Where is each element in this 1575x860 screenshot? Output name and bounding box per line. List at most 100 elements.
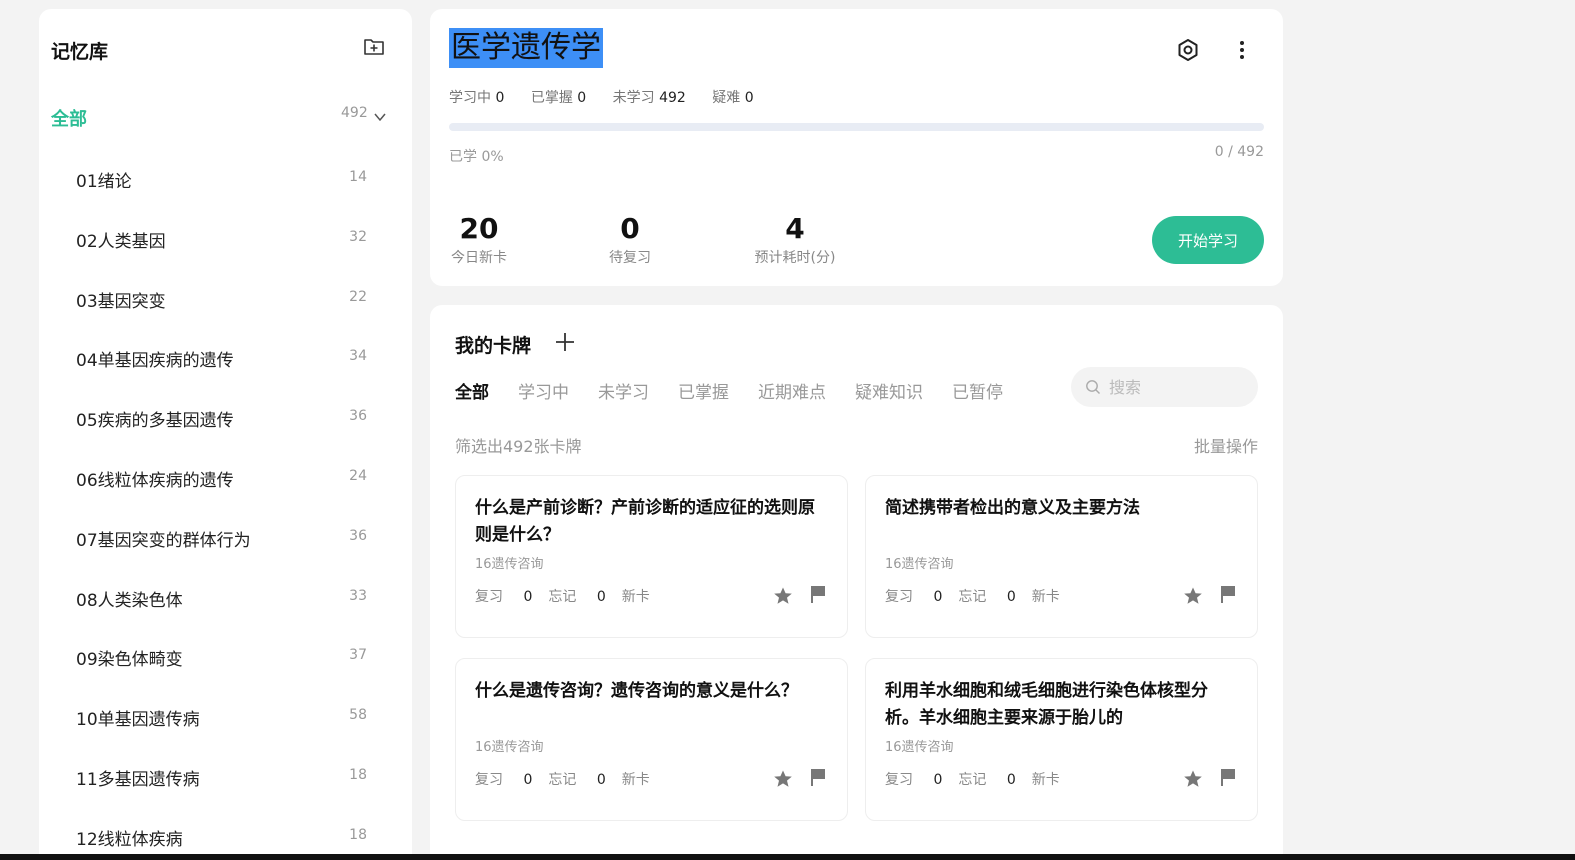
stat-mastered: 已掌握 0 — [530, 90, 587, 106]
stat-learning: 学习中 0 — [449, 90, 505, 106]
sidebar-item[interactable]: 08人类染色体 33 — [39, 576, 412, 636]
learned-fraction: 0 / 492 — [1214, 144, 1264, 160]
sidebar-item[interactable]: 07基因突变的群体行为 36 — [39, 516, 412, 576]
sidebar-item-label: 01绪论 — [76, 172, 132, 192]
sidebar-item[interactable]: 09染色体畸变 37 — [39, 635, 412, 695]
card-question: 什么是产前诊断？产前诊断的适应征的选则原则是什么？ — [475, 498, 815, 545]
stat-difficult: 疑难 0 — [712, 90, 754, 106]
sidebar-item-count: 18 — [349, 766, 367, 783]
batch-operation-button[interactable]: 批量操作 — [1194, 433, 1258, 457]
card-meta: 复习 0 忘记 0 新卡 — [885, 586, 1076, 606]
flag-icon[interactable] — [809, 584, 827, 604]
card-status: 新卡 — [1031, 589, 1060, 605]
star-icon[interactable] — [773, 586, 793, 606]
sidebar-item-label: 07基因突变的群体行为 — [76, 530, 251, 551]
sidebar-item-label: 02人类基因 — [76, 231, 166, 252]
add-card-icon[interactable] — [554, 331, 576, 353]
start-study-button[interactable]: 开始学习 — [1152, 216, 1264, 264]
stat-unlearned: 未学习 492 — [612, 90, 686, 106]
sidebar-item-label: 03基因突变 — [76, 291, 166, 312]
card-item[interactable]: 什么是产前诊断？产前诊断的适应征的选则原则是什么？ 16遗传咨询 复习 0 忘记 0 新… — [455, 475, 848, 638]
cards-panel: 我的卡牌 全部 学习中 未学习 已掌握 近期难点 疑难知识 已暂停 筛选出492张卡牌 批量… — [430, 305, 1283, 860]
card-review: 复习 0 — [475, 772, 533, 788]
sidebar-item-all[interactable]: 全部 — [51, 105, 87, 131]
sidebar-item-label: 06线粒体疾病的遗传 — [76, 470, 234, 491]
sidebar-item-count: 32 — [349, 228, 367, 245]
sidebar-item-count: 58 — [349, 707, 367, 724]
tab-0[interactable]: 全部 — [455, 378, 489, 403]
sidebar-item-label: 12线粒体疾病 — [76, 829, 183, 850]
card-status: 新卡 — [621, 772, 650, 788]
card-tag: 16遗传咨询 — [885, 740, 954, 755]
sidebar-item-count: 18 — [349, 826, 367, 843]
sidebar-item[interactable]: 01绪论 14 — [39, 157, 412, 217]
sidebar-title: 记忆库 — [51, 41, 109, 63]
sidebar-item-count: 22 — [349, 288, 367, 305]
flag-icon[interactable] — [1219, 767, 1237, 787]
card-forget: 忘记 0 — [548, 589, 606, 605]
card-tag: 16遗传咨询 — [885, 557, 954, 572]
metric-due: 0 待复习 — [607, 213, 653, 267]
card-review: 复习 0 — [885, 589, 943, 605]
more-vertical-icon[interactable] — [1230, 38, 1254, 62]
sidebar-item-count: 37 — [349, 647, 367, 664]
card-meta: 复习 0 忘记 0 新卡 — [475, 769, 666, 789]
sidebar-item[interactable]: 05疾病的多基因遗传 36 — [39, 396, 412, 456]
card-forget: 忘记 0 — [548, 772, 606, 788]
sidebar-item-label: 05疾病的多基因遗传 — [76, 411, 234, 432]
card-item[interactable]: 简述携带者检出的意义及主要方法 16遗传咨询 复习 0 忘记 0 新卡 — [865, 475, 1258, 638]
search-icon — [1086, 380, 1100, 394]
sidebar-item-count: 34 — [349, 348, 367, 365]
tab-5[interactable]: 疑难知识 — [855, 378, 923, 403]
card-status: 新卡 — [1031, 772, 1060, 788]
card-item[interactable]: 什么是遗传咨询？遗传咨询的意义是什么？ 16遗传咨询 复习 0 忘记 0 新卡 — [455, 658, 848, 821]
search-box[interactable] — [1071, 367, 1258, 407]
sidebar-item-count: 36 — [349, 527, 367, 544]
card-review: 复习 0 — [885, 772, 943, 788]
deck-stats: 学习中 0 已掌握 0 未学习 492 疑难 0 — [449, 87, 776, 107]
card-question: 什么是遗传咨询？遗传咨询的意义是什么？ — [475, 681, 798, 701]
sidebar-item-count: 33 — [349, 587, 367, 604]
metric-label: 预计耗时(分) — [754, 250, 836, 266]
tab-1[interactable]: 学习中 — [518, 378, 569, 403]
tab-3[interactable]: 已掌握 — [678, 378, 729, 403]
metric-label: 待复习 — [609, 250, 651, 266]
sidebar-all-count: 492 — [341, 105, 368, 121]
metric-est-time: 4 预计耗时(分) — [750, 213, 840, 267]
metric-new-today: 20 今日新卡 — [449, 213, 509, 267]
sidebar-item[interactable]: 02人类基因 32 — [39, 217, 412, 277]
sidebar-item-label: 10单基因遗传病 — [76, 710, 200, 731]
card-forget: 忘记 0 — [958, 589, 1016, 605]
sidebar-item[interactable]: 11多基因遗传病 18 — [39, 755, 412, 815]
flag-icon[interactable] — [1219, 584, 1237, 604]
card-tag: 16遗传咨询 — [475, 740, 544, 755]
metric-value: 4 — [785, 212, 805, 245]
card-filter-tabs: 全部 学习中 未学习 已掌握 近期难点 疑难知识 已暂停 — [455, 378, 1032, 403]
add-folder-icon[interactable] — [363, 35, 385, 57]
sidebar-item[interactable]: 03基因突变 22 — [39, 277, 412, 337]
card-item[interactable]: 利用羊水细胞和绒毛细胞进行染色体核型分析。羊水细胞主要来源于胎儿的 16遗传咨询复… — [865, 658, 1258, 821]
tab-4[interactable]: 近期难点 — [758, 378, 826, 403]
cards-title: 我的卡牌 — [455, 335, 532, 357]
sidebar-item-label: 09染色体畸变 — [76, 650, 183, 671]
card-forget: 忘记 0 — [958, 772, 1016, 788]
sidebar-item-count: 36 — [349, 408, 367, 425]
card-review: 复习 0 — [475, 589, 533, 605]
search-input[interactable] — [1109, 377, 1249, 397]
chevron-down-icon[interactable] — [373, 110, 387, 124]
star-icon[interactable] — [1183, 586, 1203, 606]
progress-bar — [449, 123, 1264, 131]
star-icon[interactable] — [773, 769, 793, 789]
card-tag: 16遗传咨询 — [475, 557, 544, 572]
sidebar-item[interactable]: 04单基因疾病的遗传 34 — [39, 336, 412, 396]
tab-2[interactable]: 未学习 — [598, 378, 649, 403]
sidebar-item[interactable]: 06线粒体疾病的遗传 24 — [39, 456, 412, 516]
settings-icon[interactable] — [1176, 38, 1200, 62]
star-icon[interactable] — [1183, 769, 1203, 789]
sidebar-item[interactable]: 10单基因遗传病 58 — [39, 695, 412, 755]
flag-icon[interactable] — [809, 767, 827, 787]
sidebar-item-label: 04单基因疾病的遗传 — [76, 351, 234, 372]
sidebar-item-count: 24 — [349, 467, 367, 484]
tab-6[interactable]: 已暂停 — [952, 378, 1003, 403]
page-title: 医学遗传学 — [449, 28, 603, 68]
